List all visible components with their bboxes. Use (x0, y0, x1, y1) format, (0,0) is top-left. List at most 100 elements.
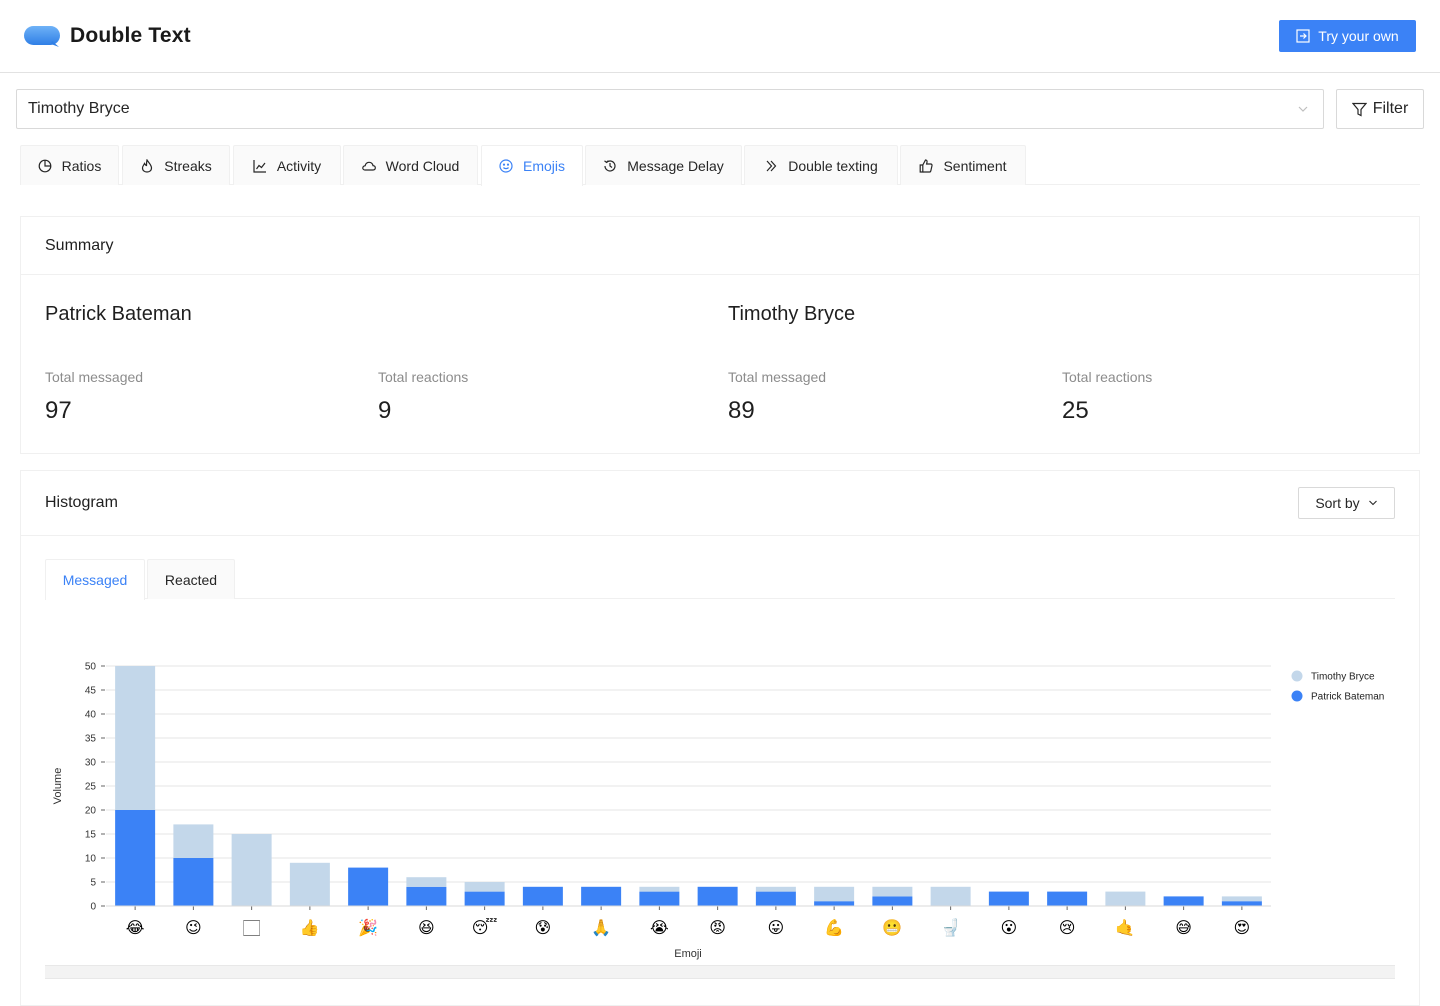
speech-bubble-logo-icon (24, 26, 60, 47)
try-your-own-label: Try your own (1318, 28, 1399, 44)
y-tick-label: 30 (85, 758, 97, 769)
filter-button[interactable]: Filter (1336, 89, 1424, 129)
tab-sentiment[interactable]: Sentiment (900, 145, 1026, 185)
x-tick-label: 😅 (1175, 920, 1192, 937)
total-reactions-label: Total reactions (1062, 369, 1153, 385)
y-axis-label: Volume (52, 768, 64, 805)
tab-emojis[interactable]: Emojis (481, 145, 583, 186)
fire-icon (142, 158, 153, 173)
tab-message-delay-label: Message Delay (627, 157, 724, 174)
y-tick-label: 50 (85, 662, 97, 673)
x-tick-label: 😭 (650, 920, 669, 937)
bar-patrick-bateman (173, 858, 214, 906)
summary-card: Summary Patrick Bateman Total messaged 9… (20, 216, 1420, 454)
x-tick-label: 😆 (418, 920, 435, 937)
person-select-value: Timothy Bryce (28, 100, 130, 117)
emoji-histogram-chart: 0 5 10 15 20 25 30 35 40 45 50 Volume 😂 😉 🏻 👍 🎉 😆 😴 😰 🙏 😭 😡 😛 💪 😬… (52, 662, 1384, 961)
chart-horizontal-scrollbar[interactable] (45, 965, 1395, 979)
person-select[interactable]: Timothy Bryce (16, 89, 1324, 129)
bar-patrick-bateman (814, 901, 855, 906)
x-tick-label: 😮 (1001, 920, 1018, 937)
total-reactions-value: 9 (378, 397, 392, 424)
chevron-down-icon (1298, 106, 1308, 112)
person-name-patrick: Patrick Bateman (45, 303, 192, 325)
y-tick-label: 25 (85, 782, 97, 793)
tab-activity[interactable]: Activity (233, 145, 341, 185)
legend-label: Patrick Bateman (1311, 692, 1384, 703)
tab-double-texting[interactable]: Double texting (744, 145, 898, 185)
app-title: Double Text (70, 24, 191, 47)
tab-emojis-label: Emojis (522, 158, 565, 174)
bar-patrick-bateman (406, 886, 447, 906)
try-your-own-button[interactable]: Try your own (1279, 20, 1416, 52)
histogram-card: Histogram Sort by Messaged Reacted 0 5 10 1… (20, 470, 1420, 1006)
history-icon (604, 159, 616, 172)
x-tick-label: 😍 (1234, 920, 1251, 937)
cloud-icon (361, 161, 376, 171)
tab-word-cloud-label: Word Cloud (385, 157, 460, 174)
bar-timothy-bryce (231, 834, 272, 906)
bar-patrick-bateman (872, 896, 913, 906)
pie-chart-icon (38, 159, 52, 172)
bar-timothy-bryce (872, 886, 913, 897)
person-name-timothy: Timothy Bryce (728, 303, 856, 325)
bar-patrick-bateman (348, 867, 389, 906)
tab-message-delay[interactable]: Message Delay (585, 145, 742, 185)
bar-patrick-bateman (755, 891, 796, 906)
tab-streaks-label: Streaks (164, 157, 212, 174)
bar-timothy-bryce (1105, 891, 1146, 906)
bar-timothy-bryce (464, 882, 505, 892)
x-tick-label: 🚽 (941, 918, 961, 937)
import-icon (1296, 29, 1310, 43)
bar-patrick-bateman (115, 810, 156, 906)
double-right-icon (766, 160, 777, 171)
like-icon (920, 158, 934, 173)
tab-ratios[interactable]: Ratios (20, 145, 119, 185)
y-tick-label: 0 (90, 902, 96, 913)
legend-marker (1291, 670, 1303, 682)
x-tick-label: 🏻 (244, 920, 260, 937)
bar-patrick-bateman (639, 891, 680, 906)
bar-patrick-bateman (522, 886, 563, 906)
x-tick-label: 😂 (126, 920, 145, 937)
x-tick-label: 😡 (709, 920, 726, 937)
x-tick-label: 😰 (535, 920, 552, 937)
x-tick-label: 😛 (768, 920, 785, 937)
tab-double-texting-label: Double texting (788, 157, 878, 174)
x-tick-label: 🎉 (358, 918, 378, 937)
tab-streaks[interactable]: Streaks (122, 145, 230, 185)
x-tick-label: 👍 (300, 918, 320, 937)
x-tick-label: 😉 (185, 920, 202, 937)
bar-patrick-bateman (988, 891, 1029, 906)
bar-patrick-bateman (1221, 901, 1262, 906)
y-tick-label: 35 (85, 734, 97, 745)
total-messaged-label: Total messaged (45, 369, 144, 385)
main-tabs: Ratios Streaks Activity Word Cloud Emoji… (20, 145, 1420, 186)
bar-patrick-bateman (464, 891, 505, 906)
y-tick-label: 20 (85, 806, 97, 817)
y-tick-label: 5 (90, 878, 96, 889)
x-tick-label: 💪 (824, 918, 844, 937)
x-tick-label: 😴 (472, 918, 498, 937)
bar-timothy-bryce (755, 886, 796, 892)
y-tick-label: 45 (85, 686, 97, 697)
bar-timothy-bryce (173, 824, 214, 858)
filter-label: Filter (1372, 100, 1409, 117)
smile-icon (499, 159, 513, 173)
app-logo[interactable]: Double Text (24, 24, 191, 48)
legend-label: Timothy Bryce (1311, 672, 1375, 683)
tab-sentiment-label: Sentiment (943, 157, 1007, 174)
bar-timothy-bryce (289, 862, 330, 906)
bar-patrick-bateman (1047, 891, 1088, 906)
bar-patrick-bateman (581, 886, 622, 906)
bar-timothy-bryce (639, 886, 680, 892)
x-axis-label: Emoji (674, 948, 702, 960)
total-reactions-label: Total reactions (378, 369, 469, 385)
x-tick-label: 😢 (1059, 920, 1076, 937)
x-tick-label: 🙏 (591, 919, 611, 937)
bar-patrick-bateman (697, 886, 738, 906)
bar-timothy-bryce (930, 886, 971, 906)
line-chart-icon (253, 159, 266, 173)
app-header: Double Text Try your own (0, 0, 1440, 73)
tab-word-cloud[interactable]: Word Cloud (343, 145, 478, 185)
